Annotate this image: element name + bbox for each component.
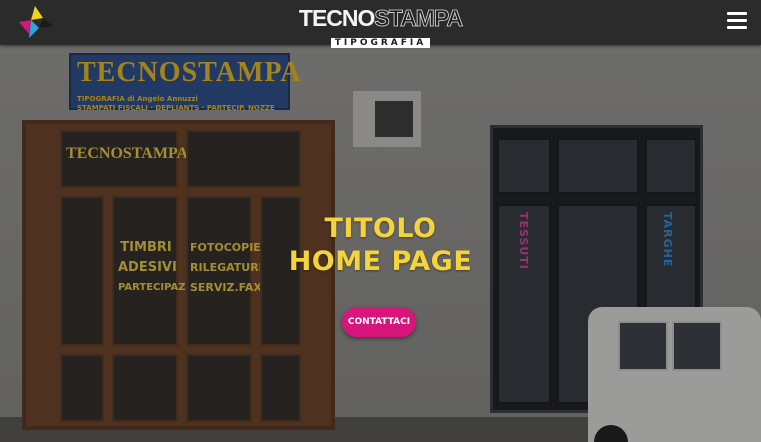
hero-title-line2: HOME PAGE: [288, 246, 473, 277]
hero-section: TECNOSTAMPA TIPOGRAFIA di Angelo Annuzzi…: [0, 45, 761, 442]
hero-title: TITOLO HOME PAGE: [0, 212, 761, 278]
site-header: TECNOSTAMPA TIPOGRAFIA: [0, 0, 761, 48]
brand-logo[interactable]: TECNOSTAMPA TIPOGRAFIA: [0, 6, 761, 49]
brand-name-light: TECNO: [298, 5, 375, 31]
brand-name-dark: STAMPA: [374, 5, 463, 31]
hero-title-line1: TITOLO: [324, 213, 437, 244]
brand-tagline: TIPOGRAFIA: [330, 38, 431, 48]
brand-name: TECNOSTAMPA: [0, 5, 761, 31]
hamburger-menu-icon[interactable]: [727, 12, 747, 32]
contact-button[interactable]: CONTATTACI: [342, 307, 416, 337]
